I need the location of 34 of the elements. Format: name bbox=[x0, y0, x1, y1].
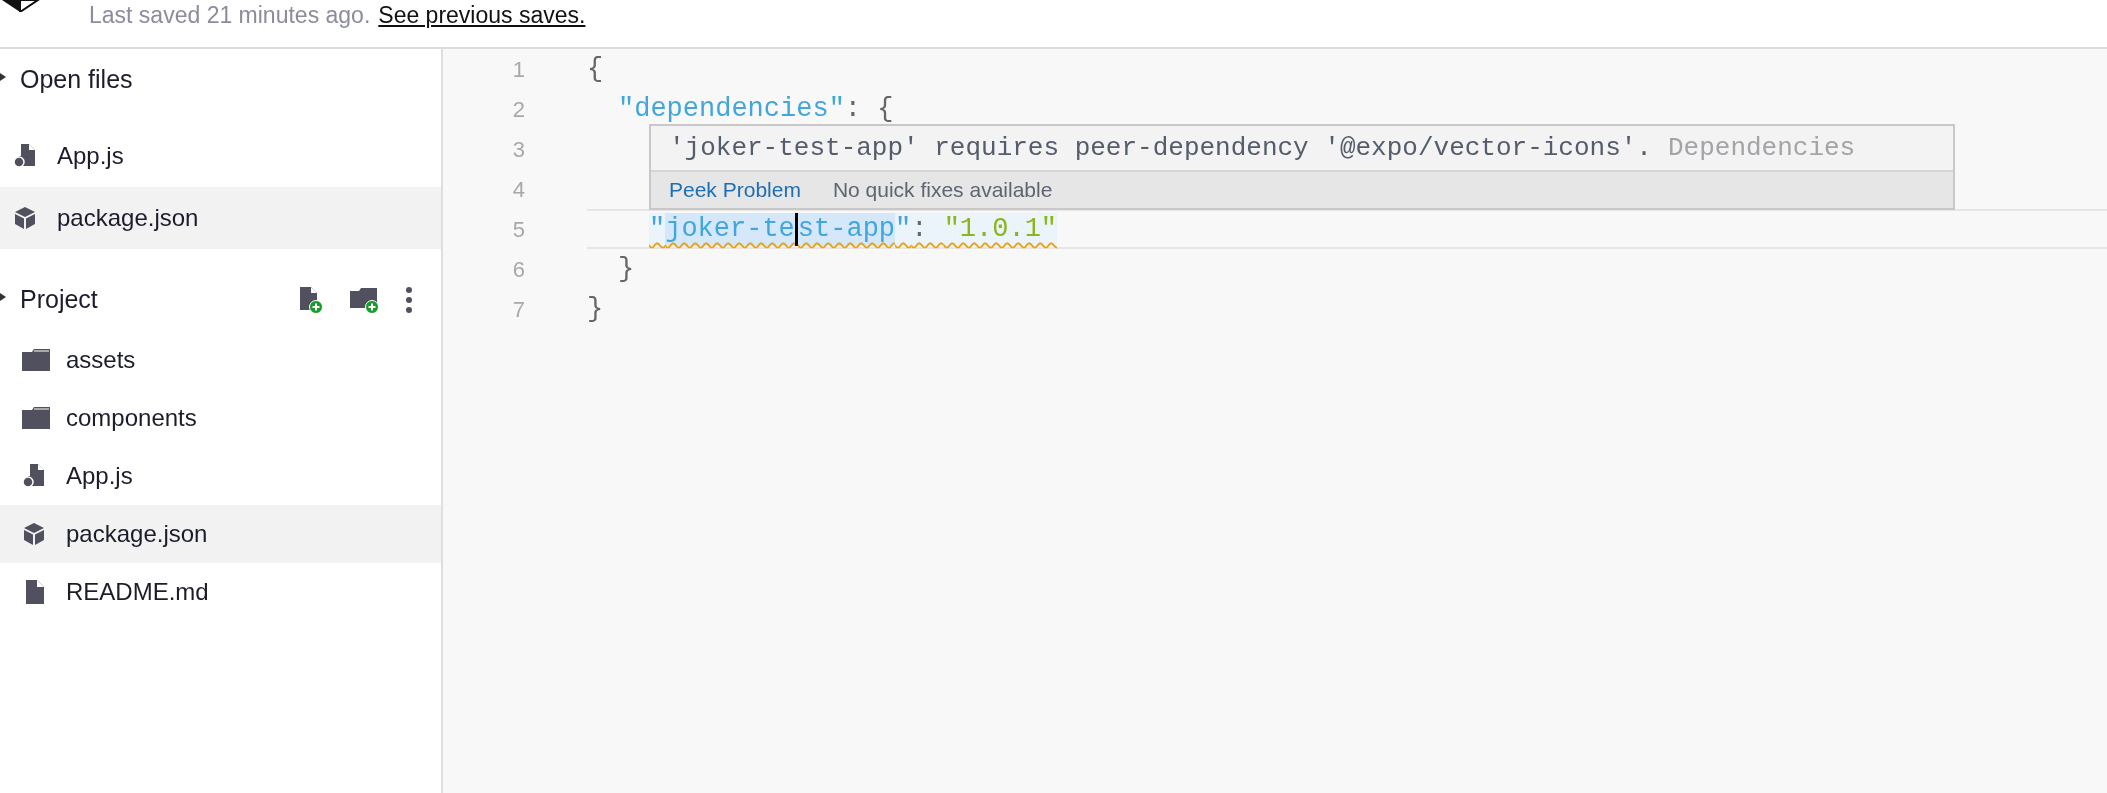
code-line: "dependencies": { bbox=[618, 92, 894, 126]
file-item[interactable]: components bbox=[0, 389, 441, 447]
previous-saves-link[interactable]: See previous saves. bbox=[378, 1, 586, 29]
line-number: 1 bbox=[511, 55, 525, 84]
file-item[interactable]: package.json bbox=[0, 505, 441, 563]
caret-icon[interactable] bbox=[0, 293, 6, 301]
section-title[interactable]: Open files bbox=[20, 61, 133, 99]
line-number: 7 bbox=[511, 295, 525, 324]
problem-source: Dependencies bbox=[1667, 131, 1856, 165]
new-folder-icon[interactable] bbox=[349, 286, 381, 314]
file-item[interactable]: assets bbox=[0, 331, 441, 389]
file-item[interactable]: package.json bbox=[0, 187, 441, 249]
file-item[interactable]: App.js bbox=[0, 447, 441, 505]
section-title[interactable]: Project bbox=[20, 281, 98, 319]
file-item[interactable]: App.js bbox=[0, 125, 441, 187]
peek-problem-link[interactable]: Peek Problem bbox=[669, 174, 801, 206]
line-number: 4 bbox=[511, 175, 525, 204]
new-file-icon[interactable] bbox=[297, 286, 325, 314]
code-line: { bbox=[587, 52, 604, 86]
code-line: "joker-te st-app": "1.0.1" bbox=[649, 212, 1058, 246]
file-item[interactable]: README.md bbox=[0, 563, 441, 621]
line-number: 6 bbox=[511, 255, 525, 284]
code-line: } bbox=[618, 252, 635, 286]
caret-icon[interactable] bbox=[0, 73, 6, 81]
folder-icon bbox=[22, 406, 50, 430]
line-number: 5 bbox=[511, 215, 525, 244]
problem-message: 'joker-test-app' requires peer-dependency '@expo/vector-icons'. bbox=[669, 131, 1652, 165]
code-line: } bbox=[587, 292, 604, 326]
quick-fix-note: No quick fixes available bbox=[832, 177, 1053, 204]
line-number: 3 bbox=[511, 135, 525, 164]
line-number: 2 bbox=[511, 95, 525, 124]
more-options-icon[interactable] bbox=[405, 287, 413, 313]
folder-icon bbox=[22, 348, 50, 372]
save-status: Last saved 21 minutes ago. bbox=[89, 1, 371, 29]
